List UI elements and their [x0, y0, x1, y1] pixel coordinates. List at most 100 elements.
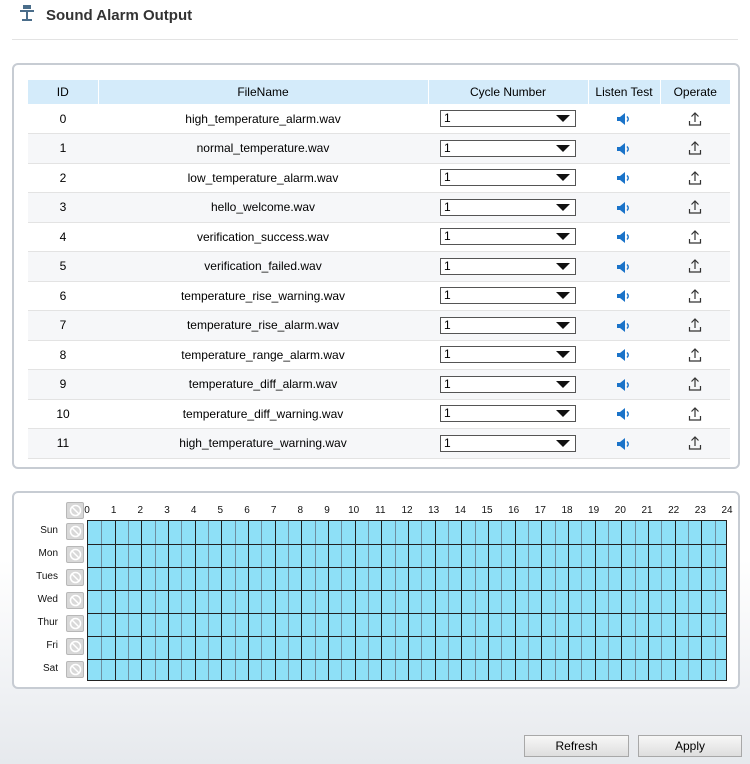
toggle-all-button[interactable]: [66, 502, 84, 519]
cell-operate: [660, 281, 730, 311]
cycle-number-select[interactable]: 1: [440, 110, 576, 127]
cell-filename: verification_failed.wav: [98, 251, 428, 282]
cell-listen-test: [588, 369, 660, 400]
cycle-number-value: 1: [444, 170, 451, 185]
hour-label: 11: [375, 505, 386, 516]
upload-icon[interactable]: [687, 258, 703, 274]
day-label: Mon: [38, 547, 58, 559]
day-label: Fri: [46, 639, 58, 651]
table-row: 1 normal_temperature.wav 1: [28, 133, 730, 164]
cell-listen-test: [588, 104, 660, 134]
cell-operate: [660, 192, 730, 223]
cycle-number-select[interactable]: 1: [440, 346, 576, 364]
upload-icon[interactable]: [687, 347, 703, 363]
upload-icon[interactable]: [687, 170, 703, 186]
cell-id: 2: [28, 163, 98, 193]
upload-icon[interactable]: [687, 229, 703, 245]
speaker-icon[interactable]: [616, 407, 632, 421]
page-header: Sound Alarm Output: [0, 0, 750, 40]
cell-id: 8: [28, 340, 98, 370]
cycle-number-value: 1: [444, 317, 451, 332]
table-row: 11 high_temperature_warning.wav 1: [28, 428, 730, 459]
speaker-icon[interactable]: [616, 260, 632, 274]
upload-icon[interactable]: [687, 111, 703, 127]
dropdown-arrow-icon: [556, 351, 570, 359]
day-toggle-button[interactable]: [66, 522, 84, 540]
upload-icon[interactable]: [687, 288, 703, 304]
cycle-number-select[interactable]: 1: [440, 198, 576, 216]
cycle-number-value: 1: [444, 406, 451, 421]
upload-icon[interactable]: [687, 406, 703, 422]
toggle-select-icon: [69, 640, 82, 652]
dropdown-arrow-icon: [556, 321, 570, 329]
day-toggle-button[interactable]: [66, 660, 84, 678]
cycle-number-value: 1: [444, 435, 451, 450]
cell-cycle-number: 1: [428, 192, 588, 223]
hour-label: 9: [324, 505, 330, 516]
speaker-icon[interactable]: [616, 112, 632, 126]
upload-icon[interactable]: [687, 140, 703, 156]
table-row: 6 temperature_rise_warning.wav 1: [28, 281, 730, 311]
header-divider: [12, 39, 738, 40]
hour-label: 0: [84, 505, 90, 516]
hour-label: 6: [244, 505, 250, 516]
cycle-number-select[interactable]: 1: [440, 287, 576, 305]
refresh-button[interactable]: Refresh: [524, 735, 629, 757]
cell-cycle-number: 1: [428, 399, 588, 429]
cell-filename: temperature_range_alarm.wav: [98, 340, 428, 370]
cycle-number-select[interactable]: 1: [440, 228, 576, 246]
speaker-tower-icon: [18, 4, 36, 22]
day-toggle-button[interactable]: [66, 568, 84, 586]
cell-filename: normal_temperature.wav: [98, 133, 428, 164]
grid-horizontal-line: [88, 659, 726, 660]
cell-operate: [660, 133, 730, 164]
day-toggle-button[interactable]: [66, 545, 84, 563]
sound-files-table: ID FileName Cycle Number Listen Test Ope…: [28, 80, 730, 459]
cycle-number-value: 1: [444, 347, 451, 362]
day-toggle-button[interactable]: [66, 614, 84, 632]
cycle-number-select[interactable]: 1: [440, 434, 576, 452]
cell-cycle-number: 1: [428, 104, 588, 134]
upload-icon[interactable]: [687, 376, 703, 392]
cell-listen-test: [588, 340, 660, 370]
speaker-icon[interactable]: [616, 319, 632, 333]
hour-label: 3: [164, 505, 170, 516]
hour-label: 22: [668, 505, 680, 516]
cycle-number-select[interactable]: 1: [440, 375, 576, 393]
cell-operate: [660, 399, 730, 429]
upload-icon[interactable]: [687, 435, 703, 451]
speaker-icon[interactable]: [616, 171, 632, 185]
cell-id: 7: [28, 310, 98, 341]
dropdown-arrow-icon: [556, 380, 570, 388]
cycle-number-select[interactable]: 1: [440, 169, 576, 187]
day-toggle-button[interactable]: [66, 637, 84, 655]
cycle-number-select[interactable]: 1: [440, 405, 576, 423]
day-toggle-button[interactable]: [66, 591, 84, 609]
cell-id: 10: [28, 399, 98, 429]
cell-operate: [660, 310, 730, 341]
cell-filename: verification_success.wav: [98, 222, 428, 252]
cell-listen-test: [588, 163, 660, 193]
speaker-icon[interactable]: [616, 230, 632, 244]
day-label: Sun: [40, 524, 58, 536]
speaker-icon[interactable]: [616, 142, 632, 156]
toggle-select-icon: [69, 571, 82, 583]
cycle-number-select[interactable]: 1: [440, 139, 576, 157]
schedule-grid[interactable]: [87, 520, 727, 681]
speaker-icon[interactable]: [616, 201, 632, 215]
upload-icon[interactable]: [687, 317, 703, 333]
apply-button[interactable]: Apply: [638, 735, 742, 757]
speaker-icon[interactable]: [616, 289, 632, 303]
hour-label: 21: [641, 505, 653, 516]
cycle-number-value: 1: [444, 288, 451, 303]
day-label: Wed: [37, 593, 58, 605]
cycle-number-select[interactable]: 1: [440, 257, 576, 275]
cell-operate: [660, 222, 730, 252]
speaker-icon[interactable]: [616, 348, 632, 362]
speaker-icon[interactable]: [616, 378, 632, 392]
upload-icon[interactable]: [687, 199, 703, 215]
grid-horizontal-line: [88, 567, 726, 568]
speaker-icon[interactable]: [616, 437, 632, 451]
cell-listen-test: [588, 133, 660, 164]
cycle-number-select[interactable]: 1: [440, 316, 576, 334]
